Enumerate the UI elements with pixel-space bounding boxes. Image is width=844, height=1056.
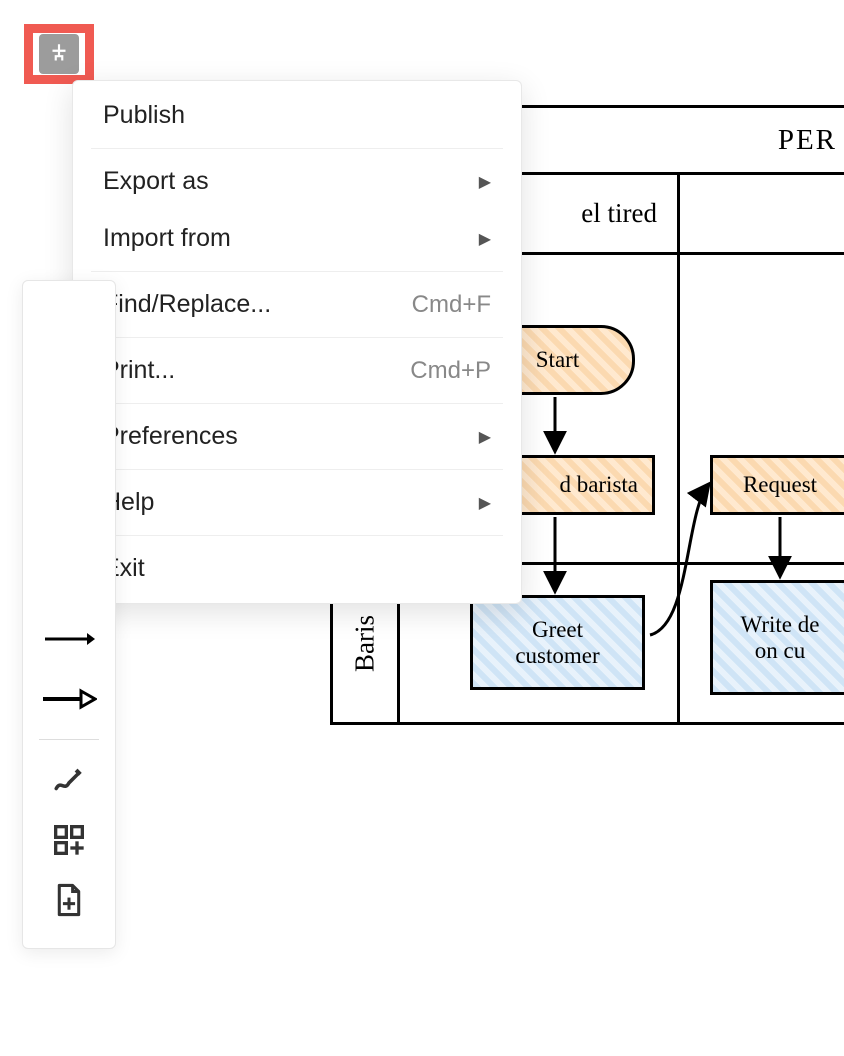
node-greet-customer-text: Greet customer <box>515 617 599 669</box>
tool-freehand-icon[interactable] <box>39 750 99 810</box>
menu-export-as[interactable]: Export as ▶ <box>73 153 521 210</box>
node-find-barista-text: d barista <box>559 472 644 498</box>
menu-separator <box>91 337 503 338</box>
tool-new-page-icon[interactable] <box>39 870 99 930</box>
menu-publish[interactable]: Publish <box>73 87 521 144</box>
menu-import-from-label: Import from <box>103 224 231 253</box>
tool-arrow-line-icon[interactable] <box>39 609 99 669</box>
menu-find-replace-label: Find/Replace... <box>103 290 271 319</box>
toolbar-separator <box>39 739 99 740</box>
lane-customer-header-text: el tired <box>581 198 657 229</box>
menu-find-replace-shortcut: Cmd+F <box>412 291 491 319</box>
node-request-text: Request <box>743 472 817 498</box>
menu-separator <box>91 148 503 149</box>
chevron-right-icon: ▶ <box>479 427 491 447</box>
app-logo-icon <box>39 34 79 74</box>
menu-print-shortcut: Cmd+P <box>410 357 491 385</box>
menu-help[interactable]: Help ▶ <box>73 474 521 531</box>
menu-preferences[interactable]: Preferences ▶ <box>73 408 521 465</box>
menu-separator <box>91 535 503 536</box>
menu-find-replace[interactable]: Find/Replace... Cmd+F <box>73 276 521 333</box>
menu-export-as-label: Export as <box>103 167 209 196</box>
menu-print[interactable]: Print... Cmd+P <box>73 342 521 399</box>
menu-separator <box>91 271 503 272</box>
pool-header-text: PER <box>778 124 837 157</box>
app-logo-button[interactable] <box>24 24 94 84</box>
node-request[interactable]: Request <box>710 455 844 515</box>
lane-customer-header-col2 <box>680 175 844 255</box>
menu-preferences-label: Preferences <box>103 422 238 451</box>
app-menu: Publish Export as ▶ Import from ▶ Find/R… <box>72 80 522 604</box>
menu-exit[interactable]: Exit <box>73 540 521 597</box>
node-write-details-text: Write de on cu <box>741 612 820 664</box>
menu-separator <box>91 469 503 470</box>
menu-separator <box>91 403 503 404</box>
chevron-right-icon: ▶ <box>479 493 491 513</box>
tool-arrow-open-icon[interactable] <box>39 669 99 729</box>
menu-import-from[interactable]: Import from ▶ <box>73 210 521 267</box>
chevron-right-icon: ▶ <box>479 229 491 249</box>
left-toolbar <box>22 280 116 949</box>
node-write-details[interactable]: Write de on cu <box>710 580 844 695</box>
chevron-right-icon: ▶ <box>479 172 491 192</box>
tool-shapes-add-icon[interactable] <box>39 810 99 870</box>
node-greet-customer[interactable]: Greet customer <box>470 595 645 690</box>
node-start-text: Start <box>536 347 579 373</box>
menu-publish-label: Publish <box>103 101 185 130</box>
lane-customer-cell2 <box>680 255 844 565</box>
